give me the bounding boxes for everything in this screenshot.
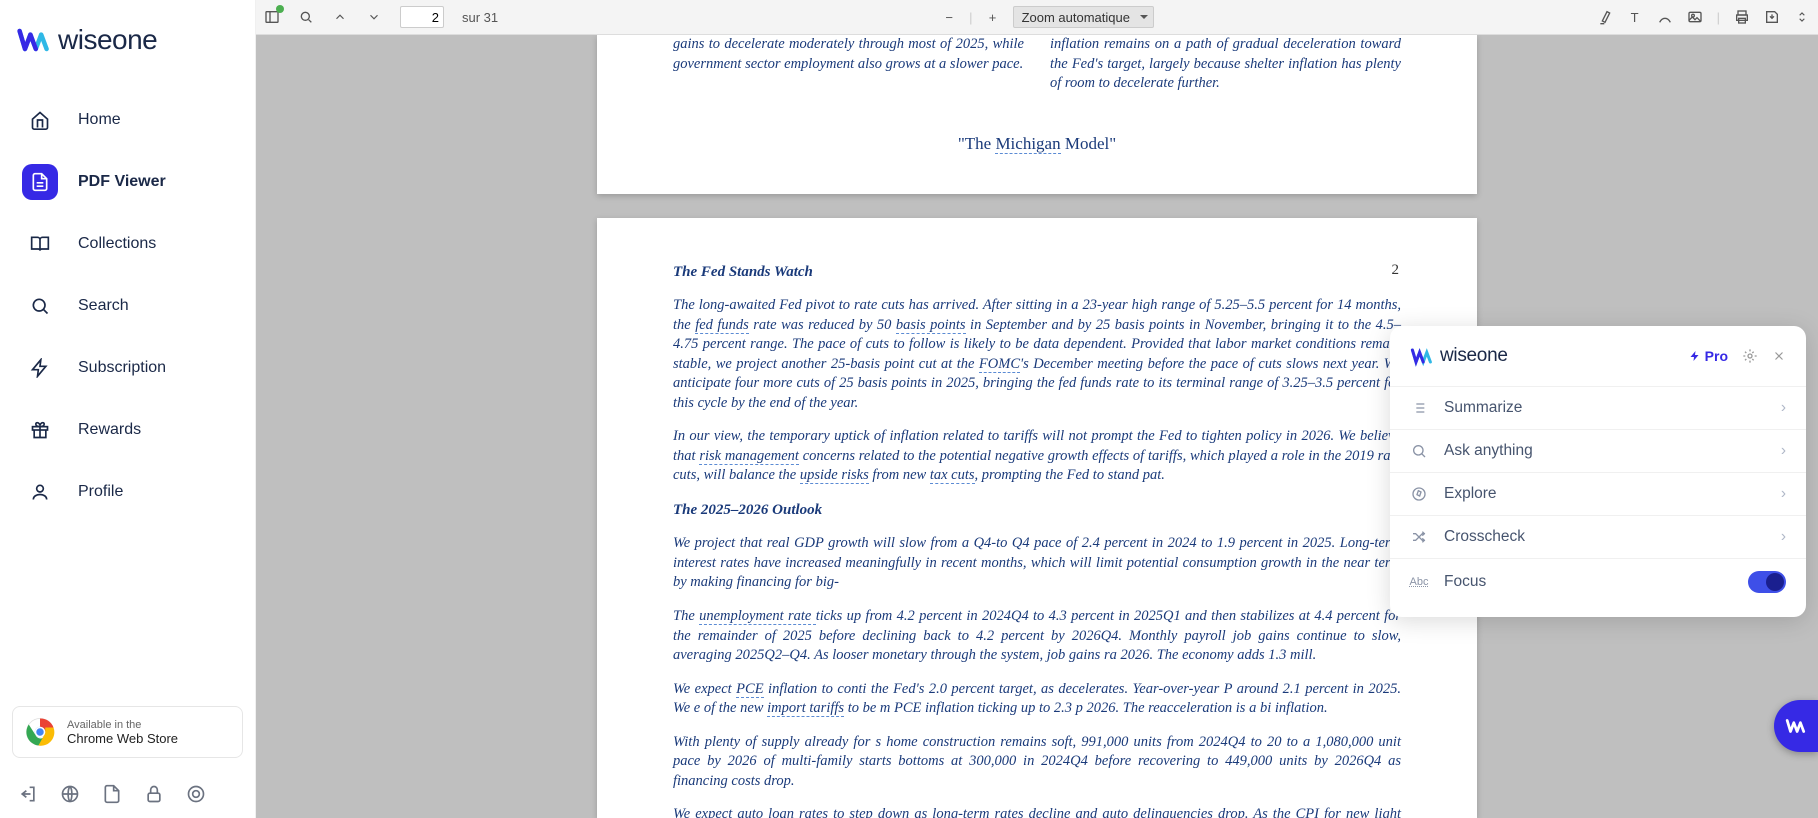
logo-text: wiseone [58, 24, 157, 56]
para: We expect auto loan rates to step down a… [673, 805, 1401, 818]
find-icon[interactable] [298, 9, 314, 25]
zoom-out-icon[interactable]: − [941, 9, 957, 25]
document-icon [30, 172, 50, 192]
chevron-right-icon: › [1781, 399, 1786, 417]
lock-icon[interactable] [144, 784, 164, 804]
nav-subscription[interactable]: Subscription [12, 338, 243, 398]
gift-icon [30, 420, 50, 440]
badge-bottom: Chrome Web Store [67, 731, 178, 746]
pdf-toolbar: sur 31 − | + Zoom automatique T | [256, 0, 1818, 35]
wiseone-logo-icon [1410, 344, 1434, 368]
globe-icon[interactable] [60, 784, 80, 804]
sidebar: wiseone Home PDF Viewer Collections Sear… [0, 0, 256, 818]
wiseone-panel: wiseone Pro Summarize › Ask anything › [1390, 326, 1806, 617]
book-icon [30, 234, 50, 254]
page1-left-col: gains to decelerate moderately through m… [673, 35, 1024, 94]
home-icon [30, 110, 50, 130]
chevron-right-icon: › [1781, 485, 1786, 503]
zoom-select[interactable]: Zoom automatique [1013, 6, 1154, 28]
chrome-icon [25, 717, 55, 747]
page1-right-col: inflation remains on a path of gradual d… [1050, 35, 1401, 94]
nav-label: Home [78, 111, 121, 129]
pdf-page-2: 2 The Fed Stands Watch The long-awaited … [597, 218, 1477, 818]
pro-badge[interactable]: Pro [1689, 348, 1728, 364]
panel-explore[interactable]: Explore › [1390, 472, 1806, 515]
wiseone-fab[interactable] [1774, 700, 1818, 752]
wiseone-logo-icon [16, 22, 52, 58]
para: With plenty of supply already for s home… [673, 733, 1401, 792]
zoom-in-icon[interactable]: + [985, 9, 1001, 25]
para: We project that real GDP growth will slo… [673, 534, 1401, 593]
help-icon[interactable] [186, 784, 206, 804]
nav-profile[interactable]: Profile [12, 462, 243, 522]
nav-search[interactable]: Search [12, 276, 243, 336]
more-icon[interactable] [1794, 9, 1810, 25]
nav-rewards[interactable]: Rewards [12, 400, 243, 460]
notification-dot [276, 5, 284, 13]
logo[interactable]: wiseone [0, 0, 255, 76]
chevron-right-icon: › [1781, 528, 1786, 546]
bolt-icon [30, 358, 50, 378]
nav-label: Profile [78, 483, 123, 501]
sidebar-toggle-icon[interactable] [264, 9, 280, 25]
nav-pdf-viewer[interactable]: PDF Viewer [12, 152, 243, 212]
nav-label: PDF Viewer [78, 173, 166, 191]
next-page-icon[interactable] [366, 9, 382, 25]
nav-label: Search [78, 297, 129, 315]
nav-label: Collections [78, 235, 156, 253]
panel-focus[interactable]: Abc Focus [1390, 558, 1806, 605]
main: sur 31 − | + Zoom automatique T | [256, 0, 1818, 818]
text-icon[interactable]: T [1627, 9, 1643, 25]
para: The unemployment rate ticks up from 4.2 … [673, 607, 1401, 666]
panel-crosscheck[interactable]: Crosscheck › [1390, 515, 1806, 558]
draw-icon[interactable] [1657, 9, 1673, 25]
prev-page-icon[interactable] [332, 9, 348, 25]
highlight-icon[interactable] [1597, 9, 1613, 25]
user-icon [30, 482, 50, 502]
para: We expect PCE inflation to conti the Fed… [673, 680, 1401, 719]
shuffle-icon [1411, 529, 1427, 545]
panel-logo: wiseone [1410, 344, 1508, 368]
settings-icon[interactable] [1742, 348, 1758, 364]
page-number: 2 [1392, 262, 1400, 279]
badge-top: Available in the [67, 719, 178, 731]
pdf-page-1-bottom: gains to decelerate moderately through m… [597, 35, 1477, 194]
panel-summarize[interactable]: Summarize › [1390, 386, 1806, 429]
focus-toggle[interactable] [1748, 571, 1786, 593]
compass-icon [1411, 486, 1427, 502]
nav-label: Subscription [78, 359, 166, 377]
print-icon[interactable] [1734, 9, 1750, 25]
para: The long-awaited Fed pivot to rate cuts … [673, 296, 1401, 413]
search-icon [30, 296, 50, 316]
panel-ask[interactable]: Ask anything › [1390, 429, 1806, 472]
file-icon[interactable] [102, 784, 122, 804]
nav-home[interactable]: Home [12, 90, 243, 150]
para: In our view, the temporary uptick of inf… [673, 427, 1401, 486]
close-icon[interactable] [1772, 349, 1786, 363]
chevron-right-icon: › [1781, 442, 1786, 460]
logout-icon[interactable] [18, 784, 38, 804]
wiseone-logo-icon [1785, 715, 1807, 737]
image-icon[interactable] [1687, 9, 1703, 25]
bolt-icon [1689, 350, 1701, 362]
download-icon[interactable] [1764, 9, 1780, 25]
michigan-heading: "The Michigan Model" [673, 134, 1401, 154]
chrome-store-badge[interactable]: Available in the Chrome Web Store [12, 706, 243, 758]
list-icon [1411, 400, 1427, 416]
page-total: sur 31 [462, 10, 498, 25]
search-icon [1411, 443, 1427, 459]
nav: Home PDF Viewer Collections Search Subsc… [0, 76, 255, 694]
page-input[interactable] [400, 6, 444, 28]
heading-fed: The Fed Stands Watch [673, 262, 1401, 282]
nav-label: Rewards [78, 421, 141, 439]
bottom-icons [0, 770, 255, 818]
abc-icon: Abc [1410, 573, 1428, 591]
heading-outlook: The 2025–2026 Outlook [673, 500, 1401, 520]
nav-collections[interactable]: Collections [12, 214, 243, 274]
